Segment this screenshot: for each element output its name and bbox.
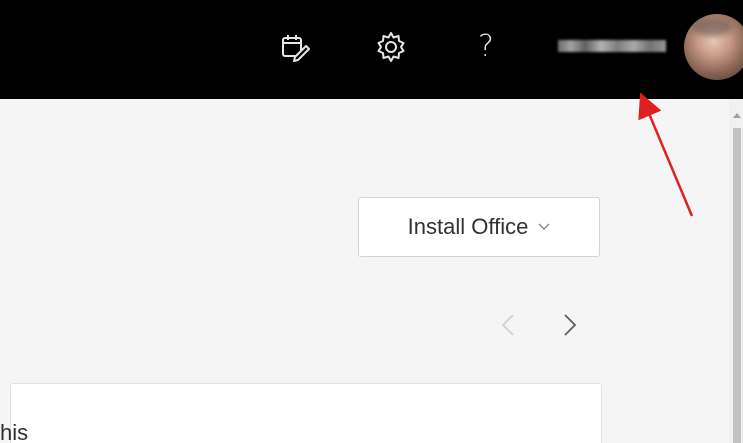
scroll-up-icon[interactable] (733, 113, 741, 118)
chevron-down-icon (538, 218, 550, 236)
chevron-left-icon (501, 313, 515, 342)
account-name-blurred[interactable] (558, 40, 666, 52)
page: ? Install Office his (0, 0, 743, 443)
gear-icon (374, 30, 408, 64)
help-button[interactable]: ? (466, 22, 506, 72)
top-header-bar: ? (0, 0, 743, 99)
avatar[interactable] (684, 14, 743, 80)
settings-button[interactable] (371, 22, 411, 72)
help-icon: ? (478, 29, 494, 64)
calendar-edit-button[interactable] (274, 22, 314, 72)
chevron-right-icon (563, 313, 577, 342)
content-card (10, 383, 602, 443)
next-button[interactable] (555, 312, 585, 342)
previous-button[interactable] (493, 312, 523, 342)
calendar-edit-icon (278, 31, 310, 63)
install-office-button[interactable]: Install Office (358, 197, 600, 257)
scrollbar-thumb[interactable] (733, 128, 741, 443)
card-text: his (0, 420, 29, 443)
install-office-label: Install Office (407, 214, 529, 239)
